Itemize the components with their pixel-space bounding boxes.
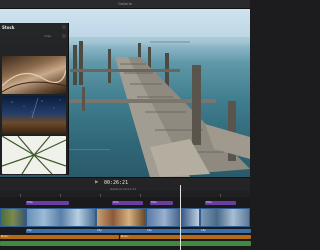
starfield-graphic <box>11 97 61 119</box>
video-clip-label[interactable]: Clip <box>200 229 251 233</box>
title-clip[interactable]: Title <box>205 201 236 205</box>
video-clip[interactable] <box>200 208 250 227</box>
audio-waveform-track[interactable] <box>0 241 251 246</box>
video-clip[interactable] <box>146 208 200 227</box>
video-clip[interactable] <box>0 208 26 227</box>
video-clip-label[interactable]: Clip <box>96 229 147 233</box>
browser-title: Stock <box>2 25 15 30</box>
title-clip[interactable]: Title <box>150 201 173 205</box>
audio-clip[interactable]: Music <box>0 235 119 239</box>
play-icon[interactable]: ▶ <box>95 180 98 185</box>
video-clip[interactable] <box>26 208 96 227</box>
audio-clip[interactable]: Music <box>120 235 251 239</box>
title-clip[interactable]: Title <box>26 201 69 205</box>
playhead[interactable] <box>180 185 181 250</box>
night-sky-landscape-thumbnail[interactable] <box>2 96 66 134</box>
window-title: Galleria <box>118 2 132 6</box>
close-icon[interactable] <box>62 25 66 29</box>
browser-panel: Stock Clips <box>0 23 69 175</box>
primary-storyline[interactable] <box>0 208 250 227</box>
title-clip[interactable]: Title <box>112 201 143 205</box>
timeline-ruler[interactable] <box>0 191 250 197</box>
desert-dunes-thumbnail[interactable] <box>2 56 66 94</box>
filter-label[interactable]: Clips <box>44 34 51 38</box>
palm-fronds-graphic <box>2 136 66 174</box>
dune-ridge-graphic <box>2 69 66 93</box>
palm-fronds-thumbnail[interactable] <box>2 136 66 174</box>
timecode-display: 00:26:21 <box>104 180 129 186</box>
video-clip-label[interactable]: Clip <box>146 229 201 233</box>
video-clip-label[interactable]: Clip <box>26 229 97 233</box>
view-options-icon[interactable] <box>62 34 66 38</box>
video-clip[interactable] <box>96 208 146 227</box>
